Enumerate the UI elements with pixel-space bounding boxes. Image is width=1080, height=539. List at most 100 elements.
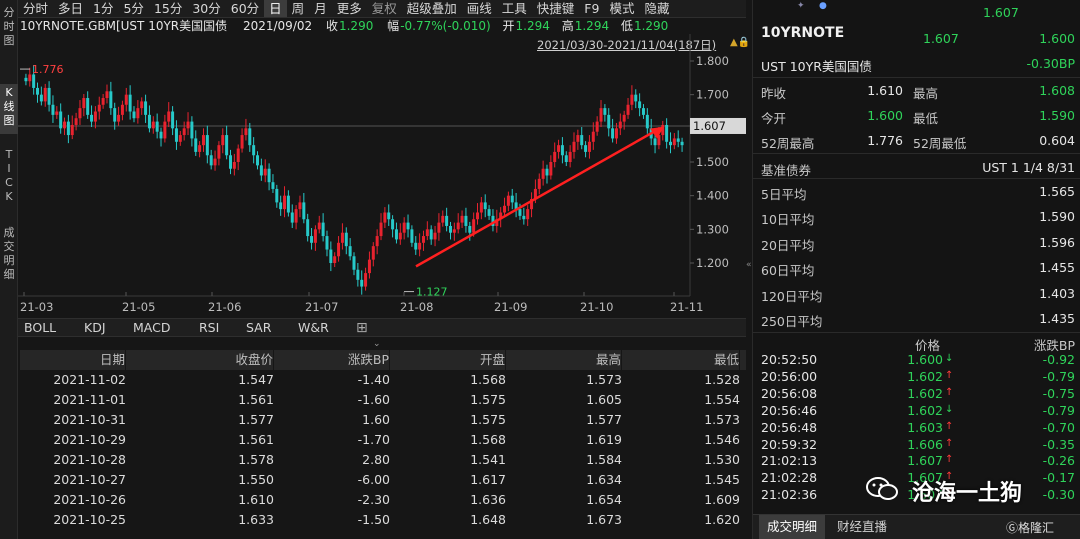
toolbar-item-13[interactable]: 画线 xyxy=(462,0,497,17)
toolbar-item-18[interactable]: 隐藏 xyxy=(639,0,674,17)
toolbar-item-17[interactable]: 模式 xyxy=(604,0,639,17)
candle-body xyxy=(105,91,109,99)
candle-body xyxy=(452,229,456,233)
trade-change: -0.79 xyxy=(1042,368,1075,384)
brand-text: 格隆汇 xyxy=(1018,521,1055,535)
toolbar-item-8[interactable]: 周 xyxy=(287,0,310,17)
candle-body xyxy=(618,121,622,129)
indicator-boll[interactable]: BOLL xyxy=(24,319,56,337)
candle-body xyxy=(641,108,645,115)
candle-body xyxy=(321,222,325,237)
toolbar-item-10[interactable]: 更多 xyxy=(332,0,367,17)
col-high[interactable]: 最高 xyxy=(516,350,622,370)
tab-trade-details[interactable]: 成交明细 xyxy=(759,515,826,539)
candle-body xyxy=(252,145,256,156)
col-change[interactable]: 涨跌BP xyxy=(284,350,390,370)
table-cell: 2021-11-01 xyxy=(53,392,126,407)
candle-body xyxy=(510,195,514,203)
col-low[interactable]: 最低 xyxy=(632,350,740,370)
table-row[interactable]: 2021-11-01 1.561 -1.60 1.575 1.605 1.554 xyxy=(20,390,746,410)
expand-arrow-icon[interactable]: ⌄ xyxy=(373,339,381,349)
table-row[interactable]: 2021-10-27 1.550 -6.00 1.617 1.634 1.545 xyxy=(20,470,746,490)
toolbar-item-11[interactable]: 复权 xyxy=(367,0,402,17)
table-row[interactable]: 2021-10-28 1.578 2.80 1.541 1.584 1.530 xyxy=(20,450,746,470)
toolbar-item-3[interactable]: 5分 xyxy=(118,0,148,17)
tab-timeshare[interactable]: 分 时 图 xyxy=(0,6,18,48)
candle-body xyxy=(456,222,460,230)
table-cell: 1.573 xyxy=(704,412,740,427)
candle-body xyxy=(36,87,40,95)
table-cell: 1.633 xyxy=(238,512,274,527)
toolbar-item-15[interactable]: 快捷键 xyxy=(532,0,580,17)
ask-price: 1.600 xyxy=(1039,31,1075,46)
x-tick-label: 21-11 xyxy=(670,300,703,314)
toolbar-item-6[interactable]: 60分 xyxy=(226,0,264,17)
candle-body xyxy=(379,222,383,237)
high-label: 高 xyxy=(561,19,574,33)
trade-change: -0.70 xyxy=(1042,419,1075,435)
bell-icon[interactable]: ● xyxy=(819,1,827,11)
toolbar-item-2[interactable]: 1分 xyxy=(88,0,118,17)
candle-body xyxy=(90,114,94,122)
toolbar-item-12[interactable]: 超级叠加 xyxy=(402,0,462,17)
candle-body xyxy=(333,256,337,263)
stat-label: 最低 xyxy=(913,111,939,126)
toolbar-item-1[interactable]: 多日 xyxy=(53,0,88,17)
candle-body xyxy=(147,114,151,129)
tab-tick[interactable]: T I C K xyxy=(0,148,18,204)
candle-body xyxy=(591,131,595,142)
table-row[interactable]: 2021-10-29 1.561 -1.70 1.568 1.619 1.546 xyxy=(20,430,746,450)
change-value: -0.77%(-0.010) xyxy=(400,19,491,33)
pin-icon[interactable]: ✦ xyxy=(797,1,805,11)
col-date[interactable]: 日期 xyxy=(20,350,126,370)
toolbar-item-9[interactable]: 月 xyxy=(309,0,332,17)
x-tick-label: 21-06 xyxy=(208,300,241,314)
indicator-kdj[interactable]: KDJ xyxy=(84,319,106,337)
toolbar-item-5[interactable]: 30分 xyxy=(187,0,225,17)
indicator-sar[interactable]: SAR xyxy=(246,319,271,337)
candle-body xyxy=(630,94,634,105)
high-value: 1.294 xyxy=(574,19,610,33)
table-cell: 2021-10-25 xyxy=(53,512,126,527)
toolbar-item-16[interactable]: F9 xyxy=(579,0,604,17)
trade-change: -0.35 xyxy=(1042,436,1075,452)
candle-body xyxy=(672,138,676,146)
trade-time: 20:56:48 xyxy=(761,419,818,435)
stat-value: 1.600 xyxy=(867,108,903,123)
tab-kline[interactable]: K 线 图 xyxy=(0,84,18,134)
avg-label: 120日平均 xyxy=(761,288,823,304)
table-row[interactable]: 2021-10-31 1.577 1.60 1.575 1.577 1.573 xyxy=(20,410,746,430)
candle-body xyxy=(47,87,51,105)
col-open[interactable]: 开盘 xyxy=(400,350,506,370)
indicator-rsi[interactable]: RSI xyxy=(199,319,219,337)
candle-body xyxy=(441,215,445,223)
col-close[interactable]: 收盘价 xyxy=(168,350,274,370)
table-row[interactable]: 2021-10-26 1.610 -2.30 1.636 1.654 1.609 xyxy=(20,490,746,510)
candle-body xyxy=(267,168,271,183)
avg-value: 1.596 xyxy=(1039,234,1075,250)
candle-body xyxy=(28,74,32,82)
candle-body xyxy=(503,205,507,213)
table-row[interactable]: 2021-11-02 1.547 -1.40 1.568 1.573 1.528 xyxy=(20,370,746,390)
tab-trade-detail[interactable]: 成 交 明 细 xyxy=(0,226,18,282)
candle-body xyxy=(128,94,132,112)
candle-body xyxy=(24,77,28,82)
stat-value: 1.590 xyxy=(1039,108,1075,123)
candle-body xyxy=(59,111,63,129)
indicator-wr[interactable]: W&R xyxy=(298,319,329,337)
table-cell: 1.634 xyxy=(586,472,622,487)
kline-chart[interactable]: 1.8001.7001.6001.5001.4001.3001.20021-03… xyxy=(18,34,746,318)
toolbar-item-7[interactable]: 日 xyxy=(264,0,287,17)
table-cell: 2021-10-29 xyxy=(53,432,126,447)
toolbar-item-0[interactable]: 分时 xyxy=(18,0,53,17)
table-cell: 2021-10-28 xyxy=(53,452,126,467)
tab-live-news[interactable]: 财经直播 xyxy=(829,515,895,539)
candle-body xyxy=(55,111,59,115)
table-row[interactable]: 2021-10-25 1.633 -1.50 1.648 1.673 1.620 xyxy=(20,510,746,530)
toolbar-item-4[interactable]: 15分 xyxy=(149,0,187,17)
toolbar-item-14[interactable]: 工具 xyxy=(497,0,532,17)
add-indicator-icon[interactable]: ⊞ xyxy=(356,319,368,337)
close-label: 收 xyxy=(325,19,338,33)
candle-body xyxy=(545,168,549,176)
indicator-macd[interactable]: MACD xyxy=(133,319,170,337)
